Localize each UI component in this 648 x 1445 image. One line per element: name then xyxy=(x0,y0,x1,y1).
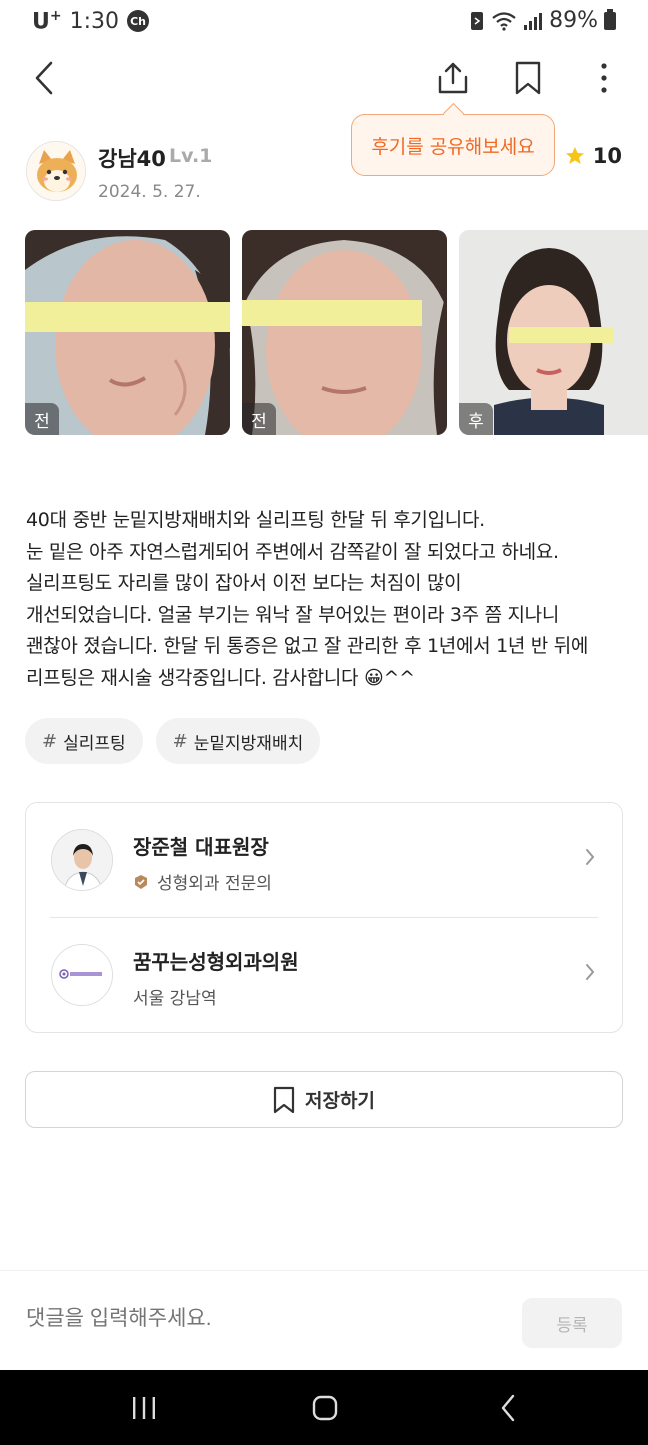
home-icon xyxy=(312,1395,338,1421)
star-icon xyxy=(565,147,584,164)
doctor-photo xyxy=(51,829,113,891)
clinic-name: 꿈꾸는성형외과의원 xyxy=(133,950,299,974)
nfc-icon xyxy=(471,11,484,30)
photo-badge: 후 xyxy=(459,403,493,435)
rating: 10 xyxy=(565,144,622,168)
save-button[interactable]: 저장하기 xyxy=(25,1071,623,1128)
more-vertical-icon xyxy=(601,63,607,93)
author-avatar[interactable] xyxy=(26,141,86,201)
photo-gallery[interactable]: 전 전 후 xyxy=(25,230,648,435)
carrier-label: U+ xyxy=(32,8,62,35)
tag-label: 눈밑지방재배치 xyxy=(193,733,304,754)
review-body: 40대 중반 눈밑지방재배치와 실리프팅 한달 뒤 후기입니다. 눈 밑은 아주… xyxy=(26,509,589,689)
system-back-button[interactable] xyxy=(488,1390,528,1426)
before-photo-2[interactable]: 전 xyxy=(242,230,447,435)
chat-notification-icon: Ch xyxy=(127,10,150,33)
status-bar: U+ 1:30 Ch 89% xyxy=(0,0,648,46)
wifi-icon xyxy=(492,11,516,31)
tag-chip[interactable]: # 실리프팅 xyxy=(25,718,143,764)
verified-badge-icon xyxy=(135,874,147,889)
submit-comment-button[interactable]: 등록 xyxy=(522,1298,622,1348)
tag-list: # 실리프팅 # 눈밑지방재배치 xyxy=(25,718,321,764)
share-tooltip[interactable]: 후기를 공유해보세요 xyxy=(351,114,555,176)
doctor-name: 장준철 대표원장 xyxy=(133,835,269,859)
author-level: Lv.1 xyxy=(169,145,213,167)
comment-bar: 등록 xyxy=(0,1270,648,1370)
home-button[interactable] xyxy=(305,1390,345,1426)
rating-value: 10 xyxy=(592,144,622,168)
doctor-specialty-label: 성형외과 전문의 xyxy=(157,874,272,894)
recent-apps-icon xyxy=(133,1397,155,1419)
recent-apps-button[interactable] xyxy=(124,1390,164,1426)
battery-percent: 89% xyxy=(549,8,598,33)
doctor-clinic-card: 장준철 대표원장 성형외과 전문의 꿈꾸는성형외과의원 서울 강남역 xyxy=(25,802,623,1033)
clinic-logo xyxy=(51,944,113,1006)
hash-icon: # xyxy=(172,730,188,752)
clinic-row[interactable]: 꿈꾸는성형외과의원 서울 강남역 xyxy=(26,918,622,1032)
top-nav xyxy=(0,50,648,106)
hash-icon: # xyxy=(42,730,58,752)
status-right: 89% xyxy=(469,8,616,33)
status-time: 1:30 xyxy=(69,8,120,34)
doctor-row[interactable]: 장준철 대표원장 성형외과 전문의 xyxy=(26,803,622,917)
back-button[interactable] xyxy=(20,50,68,106)
shiba-dog-avatar-icon xyxy=(27,142,85,200)
before-photo-1[interactable]: 전 xyxy=(25,230,230,435)
photo-badge: 전 xyxy=(25,403,59,435)
bookmark-button[interactable] xyxy=(504,50,552,106)
author-name[interactable]: 강남40 xyxy=(98,143,166,173)
tag-label: 실리프팅 xyxy=(63,733,126,754)
tag-chip[interactable]: # 눈밑지방재배치 xyxy=(155,718,321,764)
android-nav-bar xyxy=(0,1370,648,1445)
share-tooltip-text: 후기를 공유해보세요 xyxy=(371,135,535,158)
after-photo[interactable]: 후 xyxy=(459,230,648,435)
photo-badge: 전 xyxy=(242,403,276,435)
clinic-logo-image xyxy=(52,945,112,1005)
doctor-portrait-image xyxy=(52,830,112,890)
battery-icon xyxy=(604,8,616,30)
more-options-button[interactable] xyxy=(580,50,628,106)
chevron-right-icon xyxy=(584,847,596,871)
chevron-right-icon xyxy=(584,962,596,986)
back-arrow-icon xyxy=(35,61,53,95)
back-icon xyxy=(501,1394,515,1422)
share-button[interactable] xyxy=(429,50,477,106)
clinic-location: 서울 강남역 xyxy=(133,989,217,1009)
signal-icon xyxy=(524,12,543,30)
comment-input[interactable] xyxy=(26,1307,496,1331)
bookmark-icon xyxy=(273,1086,295,1113)
post-date: 2024. 5. 27. xyxy=(98,182,201,202)
save-button-label: 저장하기 xyxy=(305,1090,375,1112)
status-left: U+ 1:30 Ch xyxy=(32,8,150,35)
doctor-specialty: 성형외과 전문의 xyxy=(133,869,272,894)
share-icon xyxy=(438,62,468,94)
bookmark-icon xyxy=(515,61,541,95)
